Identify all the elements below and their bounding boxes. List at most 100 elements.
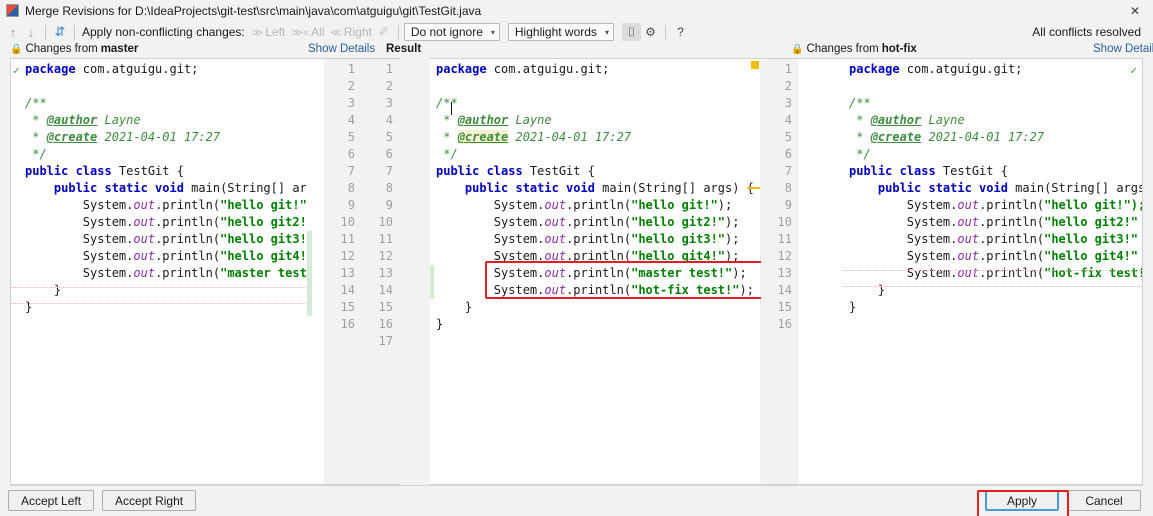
apply-all-changes-icon[interactable]: ⇵ [51, 23, 69, 41]
toolbar-separator-4 [664, 24, 666, 40]
line-number: 2 [784, 79, 792, 93]
accept-left-button[interactable]: Accept Left [8, 490, 95, 511]
apply-right-button[interactable]: ≪ Right [330, 25, 372, 39]
code-token: main(String[] arg [191, 181, 306, 195]
code-token: package [436, 62, 494, 76]
window-title: Merge Revisions for D:\IdeaProjects\git-… [25, 3, 482, 18]
code-line: } [436, 299, 760, 316]
code-token: 2021-04-01 17:27 [97, 130, 221, 144]
code-line: * @author Layne [849, 112, 1142, 129]
left-show-details-link[interactable]: Show Details [308, 43, 375, 55]
code-line: * @create 2021-04-01 17:27 [436, 129, 760, 146]
result-pane-title: Result [386, 43, 422, 55]
code-token: com.atguigu.git; [906, 62, 1023, 76]
chevron-left-icon: ≪ [330, 26, 342, 39]
divider-change-block-2 [307, 248, 312, 265]
left-pane-header: 🔒 Changes from master [10, 43, 138, 55]
cancel-button[interactable]: Cancel [1067, 490, 1141, 511]
code-token: .println( [979, 215, 1045, 229]
code-token: System. [25, 198, 134, 212]
code-token: @create [46, 130, 98, 144]
code-token: .println( [566, 215, 632, 229]
line-number: 16 [340, 317, 355, 331]
apply-button[interactable]: Apply [985, 490, 1059, 511]
line-number: 15 [378, 300, 393, 314]
line-number: 6 [385, 147, 393, 161]
right-divider-column[interactable] [799, 58, 843, 485]
left-editor-pane[interactable]: ✓ package com.atguigu.git; /** * @author… [10, 58, 306, 485]
code-token: "hello git2!" [631, 215, 726, 229]
highlight-policy-select[interactable]: Highlight words ▾ [507, 23, 614, 41]
scroll-marker-conflict[interactable] [751, 61, 759, 69]
code-token: package [25, 62, 83, 76]
merge-toolbar: ↑ ↓ ⇵ Apply non-conflicting changes: ≫ L… [0, 21, 1153, 43]
code-token: */ [436, 147, 458, 161]
code-token: @author [46, 113, 98, 127]
right-editor-pane[interactable]: package com.atguigu.git; /** * @author L… [843, 58, 1143, 485]
code-token: @create [457, 130, 509, 144]
code-token: .println( [155, 232, 221, 246]
code-token: .println( [155, 249, 221, 263]
code-line: System.out.println("master test!"); [436, 265, 760, 282]
code-line: /** [849, 95, 1142, 112]
code-line: System.out.println("hello git!"); [436, 197, 760, 214]
code-token: "master test!" [631, 266, 733, 280]
divider-change-block-4 [307, 282, 312, 316]
code-line: */ [436, 146, 760, 163]
code-token: out [544, 249, 567, 263]
chevron-right-icon: ≫ [251, 26, 264, 39]
left-divider-column[interactable] [306, 58, 324, 485]
ignore-policy-select[interactable]: Do not ignore ▾ [403, 23, 500, 41]
code-token: @create [870, 130, 922, 144]
code-token: public static void [849, 181, 1016, 195]
code-token: ); [725, 215, 740, 229]
previous-difference-icon[interactable]: ↑ [4, 23, 22, 41]
code-token: .println( [566, 283, 632, 297]
code-token: System. [436, 266, 545, 280]
line-number: 9 [385, 198, 393, 212]
help-icon[interactable]: ? [671, 23, 690, 41]
code-token: } [436, 300, 473, 314]
line-number: 4 [784, 113, 792, 127]
line-number: 16 [777, 317, 792, 331]
code-token: out [133, 198, 156, 212]
close-icon[interactable]: ✕ [1117, 0, 1153, 21]
code-token: com.atguigu.git; [493, 62, 610, 76]
code-line: System.out.println("hello git!"); [849, 197, 1142, 214]
code-token: out [957, 249, 980, 263]
accept-right-button[interactable]: Accept Right [102, 490, 197, 511]
line-number: 7 [347, 164, 355, 178]
code-token: System. [436, 232, 545, 246]
code-token: ); [725, 232, 740, 246]
code-token: .println( [566, 198, 632, 212]
code-token: "hello git4!" [631, 249, 726, 263]
code-token: public class [25, 164, 119, 178]
right-show-details-link[interactable]: Show Details [1093, 43, 1153, 55]
line-number: 10 [777, 215, 792, 229]
apply-right-label: Right [343, 25, 372, 39]
code-line: * @author Layne [25, 112, 306, 129]
magic-resolve-icon[interactable]: ✐ [375, 23, 393, 41]
apply-left-button[interactable]: ≫ Left [252, 25, 286, 39]
code-token: out [544, 198, 567, 212]
code-line: * @create 2021-04-01 17:27 [849, 129, 1142, 146]
scroll-marker-change[interactable] [747, 187, 760, 189]
code-token: "hot-fix test!" [631, 283, 740, 297]
gear-icon[interactable]: ⚙ [641, 23, 660, 41]
right-line-number-gutter: 1 2 3 4 5 6 7 8 9 10 11 12 13 14 15 16 [761, 58, 799, 485]
code-line: } [436, 316, 760, 333]
next-difference-icon[interactable]: ↓ [22, 23, 40, 41]
line-number: 17 [378, 334, 393, 348]
code-token: "hello git3!" [220, 232, 306, 246]
toolbar-separator-2 [74, 24, 75, 40]
result-editor-pane[interactable]: package com.atguigu.git; /** * @author L… [430, 58, 760, 485]
code-token: .println( [155, 198, 221, 212]
conflict-status-text: All conflicts resolved [1032, 25, 1141, 39]
line-number: 11 [378, 232, 393, 246]
collapse-unchanged-icon[interactable]: ⌷ [621, 23, 641, 41]
code-token: out [133, 232, 156, 246]
apply-all-button[interactable]: ≫« All [291, 25, 324, 39]
code-line: public static void main(String[] args [849, 180, 1142, 197]
code-token: main(String[] args [1015, 181, 1143, 195]
